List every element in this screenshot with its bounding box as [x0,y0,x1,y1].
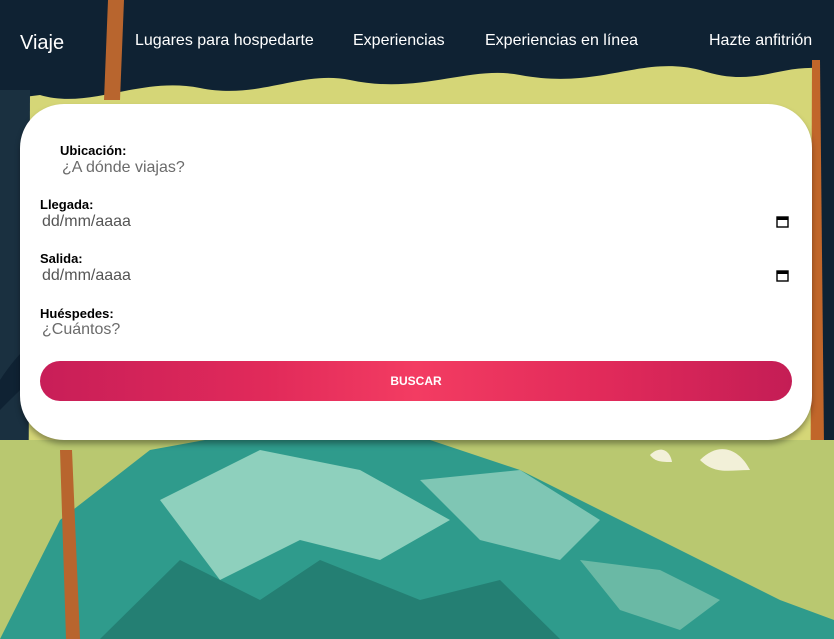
calendar-icon[interactable] [776,269,789,282]
calendar-icon[interactable] [776,215,789,228]
location-label: Ubicación: [60,143,127,158]
nav-link-experiences[interactable]: Experiencias [353,32,445,50]
nav-link-become-host[interactable]: Hazte anfitrión [709,32,812,50]
nav-link-places[interactable]: Lugares para hospedarte [135,32,314,50]
guests-label: Huéspedes: [40,306,114,321]
nav-link-online-experiences[interactable]: Experiencias en línea [485,32,638,50]
search-card: Ubicación: ¿A dónde viajas? Llegada: dd/… [20,104,812,440]
checkout-label: Salida: [40,251,83,266]
search-button[interactable]: BUSCAR [40,361,792,401]
checkin-input[interactable]: dd/mm/aaaa [42,213,131,231]
checkout-input[interactable]: dd/mm/aaaa [42,267,131,285]
top-navigation: Viaje Lugares para hospedarte Experienci… [0,0,834,84]
guests-input[interactable]: ¿Cuántos? [42,321,120,339]
location-input[interactable]: ¿A dónde viajas? [62,159,185,177]
checkin-label: Llegada: [40,197,94,212]
site-logo[interactable]: Viaje [20,32,64,55]
